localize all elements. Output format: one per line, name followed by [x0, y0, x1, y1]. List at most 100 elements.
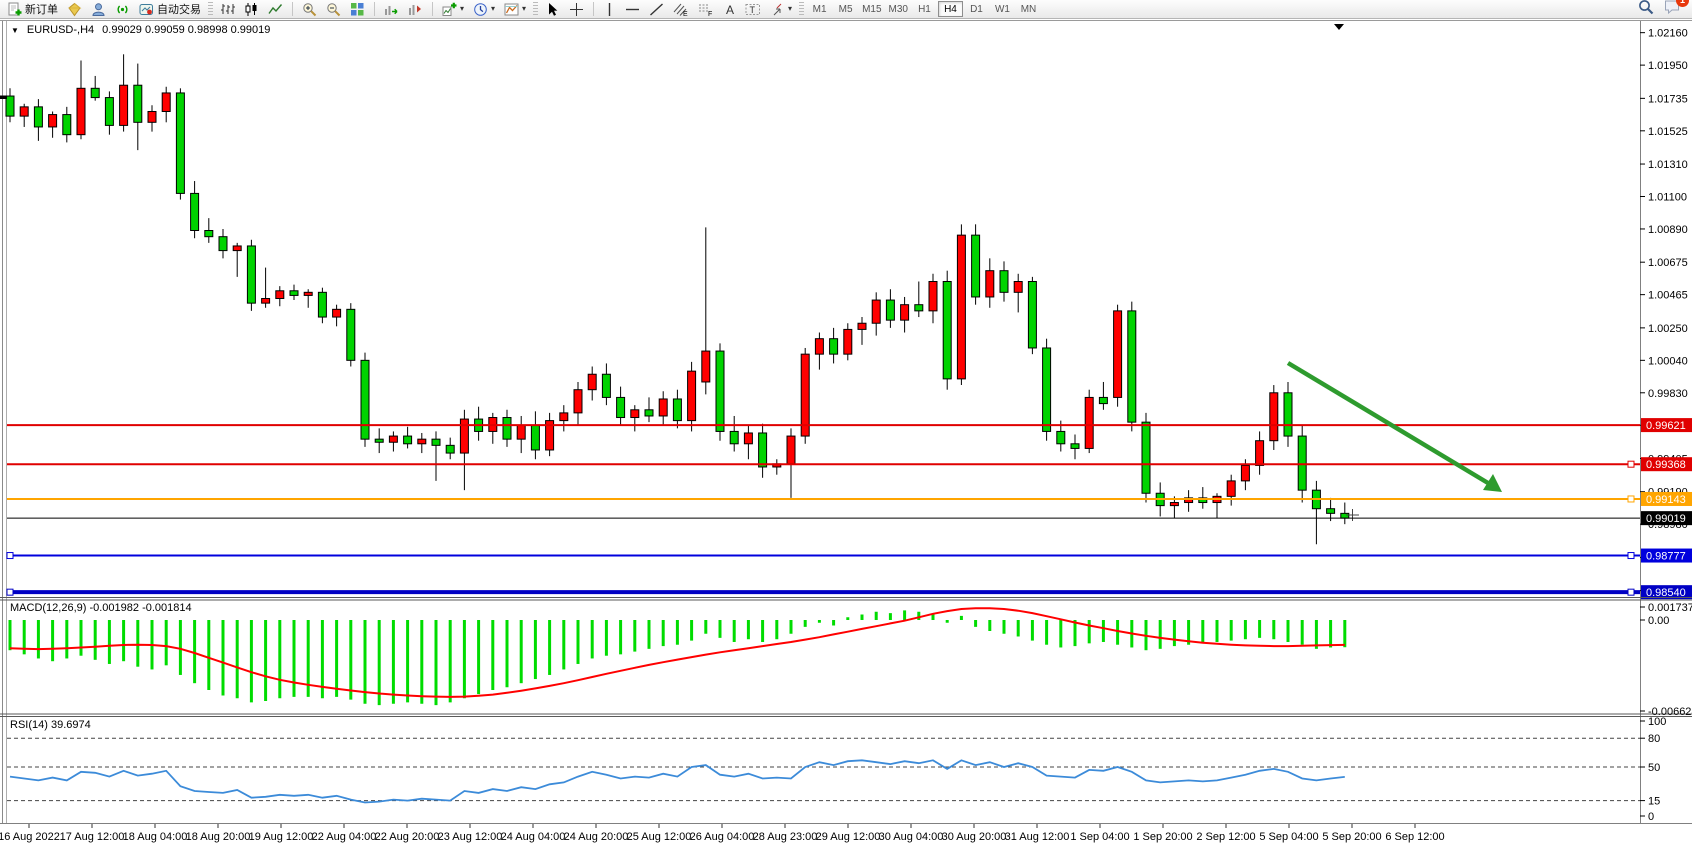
candlestick-chart-icon — [244, 2, 259, 17]
svg-text:50: 50 — [1648, 762, 1660, 774]
svg-text:6 Sep 12:00: 6 Sep 12:00 — [1385, 831, 1444, 843]
chart-shift-button[interactable] — [404, 1, 427, 18]
svg-text:5 Sep 04:00: 5 Sep 04:00 — [1259, 831, 1318, 843]
line-chart-button[interactable] — [264, 1, 287, 18]
candlestick-chart-button[interactable] — [240, 1, 263, 18]
templates-button[interactable]: ▾ — [500, 1, 530, 18]
trendline-button[interactable] — [645, 1, 668, 18]
fibonacci-button[interactable]: F — [694, 1, 718, 18]
collapse-chevron-icon[interactable]: ▼ — [11, 26, 19, 35]
equidistant-channel-button[interactable]: E — [669, 1, 693, 18]
svg-text:5 Sep 20:00: 5 Sep 20:00 — [1322, 831, 1381, 843]
zoom-out-button[interactable] — [322, 1, 345, 18]
profile-icon — [91, 2, 106, 17]
toolbar-separator — [374, 2, 375, 16]
svg-text:30 Aug 04:00: 30 Aug 04:00 — [879, 831, 944, 843]
auto-scroll-icon — [384, 2, 399, 17]
ohlc-values: 0.99029 0.99059 0.98998 0.99019 — [102, 24, 270, 36]
clock-icon — [473, 2, 488, 17]
timeframe-button-W1[interactable]: W1 — [990, 1, 1015, 17]
timeframe-button-M30[interactable]: M30 — [886, 1, 911, 17]
dropdown-caret-icon: ▾ — [522, 5, 526, 13]
timeframe-button-H1[interactable]: H1 — [912, 1, 937, 17]
arrows-button[interactable]: ▾ — [766, 1, 796, 18]
chart-header: ▼ EURUSD-,H4 0.99029 0.99059 0.98998 0.9… — [11, 24, 270, 36]
svg-text:0.98777: 0.98777 — [1646, 551, 1686, 563]
svg-text:1.00250: 1.00250 — [1648, 323, 1688, 335]
notifications-button[interactable]: 1 — [1664, 0, 1681, 20]
toolbar-gripper — [799, 2, 804, 16]
gold-gem-icon — [67, 2, 82, 17]
price-badge-0.99621: 0.99621 — [1641, 418, 1692, 432]
periods-button[interactable]: ▾ — [469, 1, 499, 18]
timeframe-button-M1[interactable]: M1 — [807, 1, 832, 17]
text-label-icon: T — [745, 2, 761, 17]
fibonacci-icon: F — [698, 2, 714, 17]
bar-chart-icon — [220, 2, 235, 17]
trendline-icon — [649, 2, 664, 17]
svg-text:1.01525: 1.01525 — [1648, 126, 1688, 138]
timeframe-button-M5[interactable]: M5 — [833, 1, 858, 17]
vertical-line-button[interactable] — [599, 1, 620, 18]
chart-background — [0, 19, 1692, 845]
svg-text:1.01100: 1.01100 — [1648, 191, 1687, 203]
profile-button[interactable] — [87, 1, 110, 18]
search-icon[interactable] — [1638, 0, 1654, 20]
clipped-candle-stub — [0, 96, 7, 100]
svg-text:1.01735: 1.01735 — [1648, 93, 1688, 105]
horizontal-line-icon — [625, 2, 640, 17]
svg-text:1.00040: 1.00040 — [1648, 355, 1688, 367]
crosshair-icon — [569, 2, 584, 17]
price-badge-0.99019: 0.99019 — [1641, 511, 1692, 525]
svg-text:T: T — [750, 5, 756, 15]
chart-canvas[interactable]: 1.021601.019501.017351.015251.013101.011… — [0, 19, 1692, 845]
auto-trading-button[interactable]: 自动交易 — [135, 1, 205, 18]
svg-text:1 Sep 04:00: 1 Sep 04:00 — [1070, 831, 1129, 843]
toolbar-separator — [432, 2, 433, 16]
zoom-in-button[interactable] — [298, 1, 321, 18]
auto-scroll-button[interactable] — [380, 1, 403, 18]
svg-text:E: E — [683, 11, 688, 17]
timeframe-button-H4[interactable]: H4 — [938, 1, 963, 17]
bar-chart-button[interactable] — [216, 1, 239, 18]
indicators-button[interactable]: ▾ — [438, 1, 468, 18]
market-watch-button[interactable] — [63, 1, 86, 18]
svg-text:0.00: 0.00 — [1648, 615, 1669, 627]
timeframe-button-M15[interactable]: M15 — [859, 1, 884, 17]
svg-text:0.99830: 0.99830 — [1648, 388, 1688, 400]
new-order-button[interactable]: 新订单 — [3, 1, 62, 18]
rsi-label: RSI(14) 39.6974 — [10, 719, 91, 731]
crosshair-button[interactable] — [565, 1, 588, 18]
timeframe-button-D1[interactable]: D1 — [964, 1, 989, 17]
toolbar-gripper — [208, 2, 213, 16]
line-chart-icon — [268, 2, 283, 17]
svg-text:24 Aug 04:00: 24 Aug 04:00 — [501, 831, 566, 843]
signal-icon — [115, 2, 130, 17]
toolbar-separator — [593, 2, 594, 16]
svg-text:100: 100 — [1648, 716, 1666, 728]
text-button[interactable]: A — [719, 1, 740, 18]
vertical-line-icon — [603, 2, 616, 17]
text-label-button[interactable]: T — [741, 1, 765, 18]
svg-text:1.01950: 1.01950 — [1648, 60, 1688, 72]
templates-icon — [504, 2, 519, 17]
svg-text:19 Aug 12:00: 19 Aug 12:00 — [249, 831, 314, 843]
zoom-out-icon — [326, 2, 341, 17]
toolbar-gripper — [533, 2, 538, 16]
svg-text:0.001737: 0.001737 — [1648, 602, 1692, 614]
timeframe-button-MN[interactable]: MN — [1016, 1, 1041, 17]
cursor-button[interactable] — [541, 1, 564, 18]
svg-text:1.00465: 1.00465 — [1648, 290, 1688, 302]
price-badge-0.99368: 0.99368 — [1641, 457, 1692, 471]
arrows-icon — [770, 2, 785, 17]
toolbar-separator — [292, 2, 293, 16]
svg-text:1.00890: 1.00890 — [1648, 224, 1688, 236]
tile-windows-button[interactable] — [346, 1, 369, 18]
trading-platform-window: 新订单 自动交易 — [0, 0, 1692, 845]
horizontal-line-button[interactable] — [621, 1, 644, 18]
svg-text:30 Aug 20:00: 30 Aug 20:00 — [942, 831, 1007, 843]
timeframe-group: M1M5M15M30H1H4D1W1MN — [807, 1, 1041, 17]
svg-text:0.99019: 0.99019 — [1646, 513, 1686, 525]
signals-button[interactable] — [111, 1, 134, 18]
svg-text:18 Aug 04:00: 18 Aug 04:00 — [123, 831, 188, 843]
